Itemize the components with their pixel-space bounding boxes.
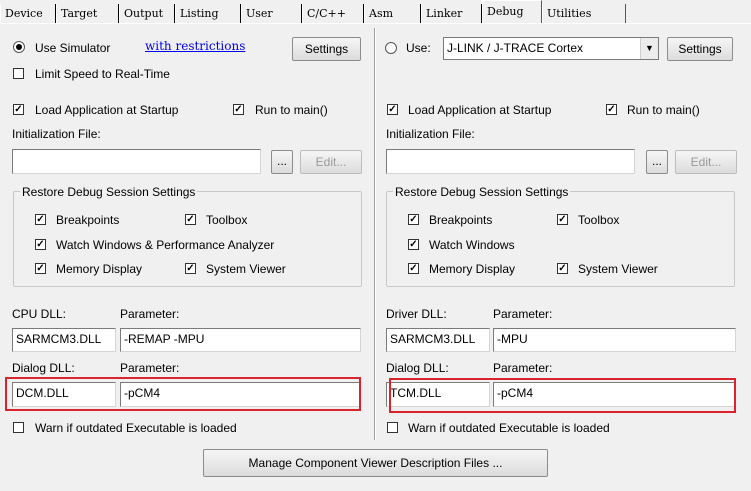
driver-dll-input[interactable]: SARMCM3.DLL <box>386 328 490 352</box>
right-watch-windows-label: Watch Windows <box>429 238 515 252</box>
right-load-app-label: Load Application at Startup <box>408 103 552 117</box>
right-load-app-checkbox[interactable]: ✓ <box>387 104 398 115</box>
tab-listing[interactable]: Listing <box>175 4 241 23</box>
restore-session-title: Restore Debug Session Settings <box>20 185 198 199</box>
use-simulator-label: Use Simulator <box>35 41 111 55</box>
right-system-viewer-label: System Viewer <box>578 262 658 276</box>
right-system-viewer-checkbox[interactable]: ✓ <box>557 263 568 274</box>
use-debugger-label: Use: <box>406 41 431 55</box>
warn-outdated-checkbox[interactable] <box>13 422 24 433</box>
watch-windows-checkbox[interactable]: ✓ <box>35 239 46 250</box>
tab-user[interactable]: User <box>241 4 302 23</box>
use-simulator-radio[interactable] <box>13 41 25 53</box>
chevron-down-icon[interactable]: ▼ <box>640 38 658 59</box>
with-restrictions-link-wrap: with restrictions <box>145 39 245 53</box>
run-to-main-label: Run to main() <box>255 103 328 117</box>
toolbox-label: Toolbox <box>206 213 248 227</box>
dialog-parameter-label: Parameter: <box>120 361 180 375</box>
right-restore-session-title: Restore Debug Session Settings <box>393 185 571 199</box>
right-dialog-parameter-label: Parameter: <box>493 361 553 375</box>
tab-output[interactable]: Output <box>119 4 175 23</box>
tab-c-cpp[interactable]: C/C++ <box>302 4 364 23</box>
right-memory-display-label: Memory Display <box>429 262 516 276</box>
init-file-label: Initialization File: <box>12 127 101 141</box>
system-viewer-checkbox[interactable]: ✓ <box>185 263 196 274</box>
right-run-to-main-label: Run to main() <box>627 103 700 117</box>
use-debugger-radio[interactable] <box>385 42 397 54</box>
breakpoints-checkbox[interactable]: ✓ <box>35 214 46 225</box>
dialog-dll-highlight-box <box>5 377 361 411</box>
right-watch-windows-checkbox[interactable]: ✓ <box>408 239 419 250</box>
init-file-input[interactable] <box>12 149 261 174</box>
run-to-main-checkbox[interactable]: ✓ <box>233 104 244 115</box>
right-memory-display-checkbox[interactable]: ✓ <box>408 263 419 274</box>
tab-bar-divider <box>0 23 751 24</box>
warn-outdated-label: Warn if outdated Executable is loaded <box>35 421 237 435</box>
breakpoints-label: Breakpoints <box>56 213 120 227</box>
limit-speed-checkbox[interactable] <box>13 68 24 79</box>
tab-debug[interactable]: Debug <box>482 0 542 23</box>
init-file-edit-button[interactable]: Edit... <box>300 150 362 174</box>
dialog-dll-label: Dialog DLL: <box>12 361 75 375</box>
right-toolbox-label: Toolbox <box>578 213 620 227</box>
right-init-file-label: Initialization File: <box>386 127 475 141</box>
right-init-file-input[interactable] <box>386 149 635 174</box>
simulator-settings-button[interactable]: Settings <box>292 37 361 61</box>
debugger-select[interactable]: J-LINK / J-TRACE Cortex ▼ <box>443 37 659 60</box>
cpu-parameter-input[interactable]: -REMAP -MPU <box>120 328 361 352</box>
right-run-to-main-checkbox[interactable]: ✓ <box>606 104 617 115</box>
right-toolbox-checkbox[interactable]: ✓ <box>557 214 568 225</box>
tab-linker[interactable]: Linker <box>421 4 482 23</box>
debugger-settings-button[interactable]: Settings <box>667 37 733 61</box>
tab-utilities[interactable]: Utilities <box>542 4 626 23</box>
right-dialog-dll-highlight-box <box>389 378 736 413</box>
right-init-file-browse-button[interactable]: ... <box>646 150 668 174</box>
tab-asm[interactable]: Asm <box>364 4 421 23</box>
cpu-dll-input[interactable]: SARMCM3.DLL <box>12 328 116 352</box>
right-breakpoints-checkbox[interactable]: ✓ <box>408 214 419 225</box>
watch-windows-label: Watch Windows & Performance Analyzer <box>56 238 275 252</box>
tab-target[interactable]: Target <box>56 4 119 23</box>
right-breakpoints-label: Breakpoints <box>429 213 493 227</box>
manage-component-viewer-button[interactable]: Manage Component Viewer Description File… <box>203 449 548 477</box>
with-restrictions-link[interactable]: with restrictions <box>145 39 245 53</box>
right-warn-outdated-label: Warn if outdated Executable is loaded <box>408 421 610 435</box>
load-app-label: Load Application at Startup <box>35 103 179 117</box>
load-app-checkbox[interactable]: ✓ <box>13 104 24 115</box>
driver-parameter-label: Parameter: <box>493 307 553 321</box>
memory-display-label: Memory Display <box>56 262 143 276</box>
cpu-dll-label: CPU DLL: <box>12 307 67 321</box>
tab-device[interactable]: Device <box>0 4 56 23</box>
limit-speed-label: Limit Speed to Real-Time <box>35 67 170 81</box>
right-warn-outdated-checkbox[interactable] <box>387 422 398 433</box>
right-init-file-edit-button[interactable]: Edit... <box>675 150 737 174</box>
toolbox-checkbox[interactable]: ✓ <box>185 214 196 225</box>
system-viewer-label: System Viewer <box>206 262 286 276</box>
column-divider <box>374 28 376 440</box>
init-file-browse-button[interactable]: ... <box>271 150 293 174</box>
driver-parameter-input[interactable]: -MPU <box>493 328 736 352</box>
right-dialog-dll-label: Dialog DLL: <box>386 361 449 375</box>
debugger-select-value: J-LINK / J-TRACE Cortex <box>447 41 584 55</box>
driver-dll-label: Driver DLL: <box>386 307 447 321</box>
tab-bar: Device Target Output Listing User C/C++ … <box>0 0 751 24</box>
cpu-parameter-label: Parameter: <box>120 307 180 321</box>
memory-display-checkbox[interactable]: ✓ <box>35 263 46 274</box>
